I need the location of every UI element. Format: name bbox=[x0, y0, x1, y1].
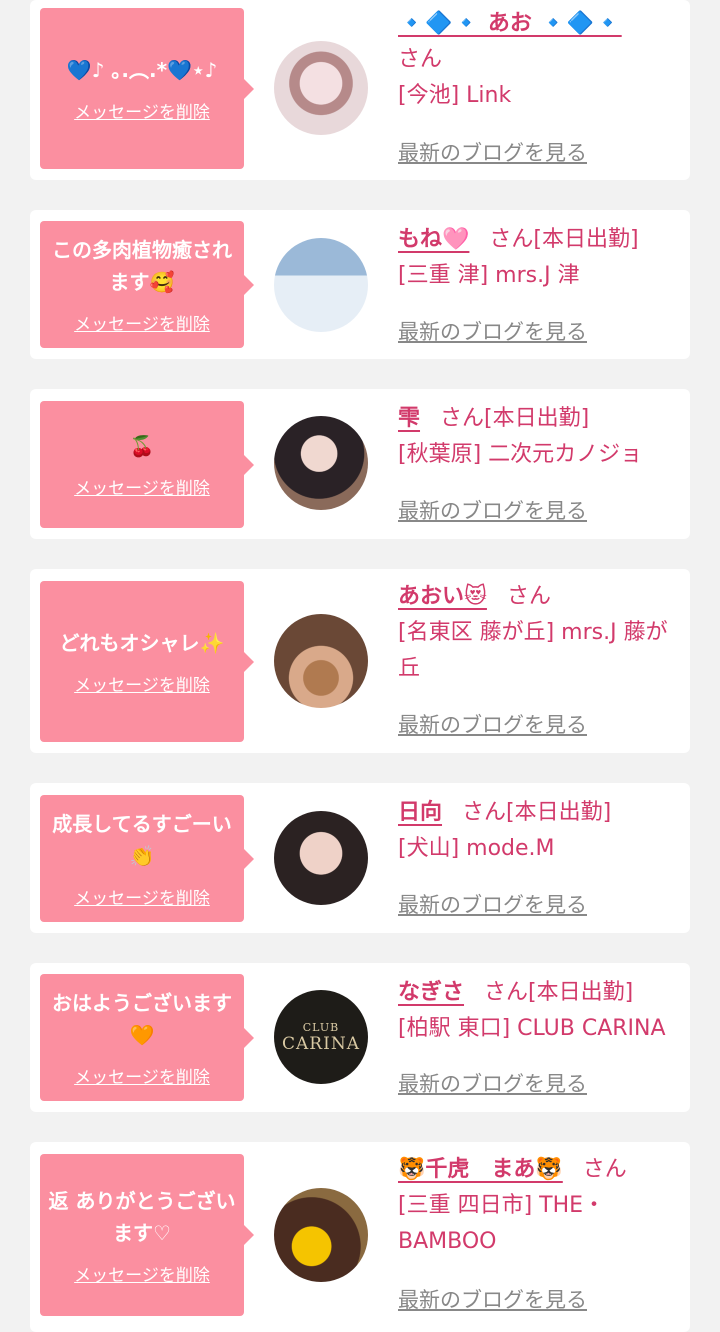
message-bubble: 🍒 メッセージを削除 bbox=[40, 401, 254, 528]
cast-info: なぎさ さん[本日出勤] [柏駅 東口] CLUB CARINA bbox=[398, 975, 688, 1047]
message-bubble: 💙♪ ｡.︵.*💙⋆♪ メッセージを削除 bbox=[40, 8, 254, 169]
message-bubble: 返 ありがとうございます♡ メッセージを削除 bbox=[40, 1154, 254, 1316]
cast-info: もね🩷 さん[本日出勤] [三重 津] mrs.J 津 bbox=[398, 222, 688, 294]
delete-message-link[interactable]: メッセージを削除 bbox=[74, 98, 210, 123]
message-text: どれもオシャレ✨ bbox=[59, 631, 225, 655]
message-text: 返 ありがとうございます♡ bbox=[48, 1188, 236, 1245]
avatar[interactable] bbox=[274, 238, 368, 332]
message-text: 成長してるすごーい👏 bbox=[52, 812, 232, 868]
cast-suffix: さん[本日出勤] bbox=[489, 227, 639, 252]
cast-info: 🔹🔷🔹 あお 🔹🔷🔹 さん [今池] Link bbox=[398, 6, 688, 114]
message-text: 🍒 bbox=[129, 434, 155, 458]
latest-blog-link[interactable]: 最新のブログを見る bbox=[398, 137, 587, 167]
message-bubble: 成長してるすごーい👏 メッセージを削除 bbox=[40, 795, 254, 922]
delete-message-link[interactable]: メッセージを削除 bbox=[74, 310, 210, 335]
cast-name-link[interactable]: 🐯千虎 まあ🐯 bbox=[398, 1157, 563, 1182]
latest-blog-link[interactable]: 最新のブログを見る bbox=[398, 1284, 587, 1314]
latest-blog-link[interactable]: 最新のブログを見る bbox=[398, 495, 587, 525]
cast-suffix: さん bbox=[582, 1157, 627, 1182]
avatar[interactable] bbox=[274, 811, 368, 905]
avatar[interactable] bbox=[274, 1188, 368, 1282]
cast-name-link[interactable]: 日向 bbox=[398, 800, 442, 825]
message-bubble: この多肉植物癒されます🥰 メッセージを削除 bbox=[40, 221, 254, 348]
delete-message-link[interactable]: メッセージを削除 bbox=[74, 671, 210, 696]
avatar-logo-text: CARINA bbox=[282, 1033, 360, 1054]
cast-name-link[interactable]: あおい😻 bbox=[398, 584, 487, 609]
cast-name-link[interactable]: 🔹🔷🔹 あお 🔹🔷🔹 bbox=[398, 11, 622, 36]
cast-suffix: さん bbox=[506, 584, 551, 609]
latest-blog-link[interactable]: 最新のブログを見る bbox=[398, 316, 587, 346]
cast-suffix: さん[本日出勤] bbox=[462, 800, 612, 825]
latest-blog-link[interactable]: 最新のブログを見る bbox=[398, 709, 587, 739]
shop-name: [犬山] mode.M bbox=[398, 836, 555, 861]
cast-suffix: さん bbox=[398, 47, 443, 72]
cast-info: 🐯千虎 まあ🐯 さん [三重 四日市] THE・BAMBOO bbox=[398, 1152, 688, 1260]
message-card: おはようございます🧡 メッセージを削除 CLUB CARINA なぎさ さん[本日… bbox=[30, 963, 690, 1112]
shop-name: [柏駅 東口] CLUB CARINA bbox=[398, 1016, 666, 1041]
message-card: どれもオシャレ✨ メッセージを削除 あおい😻 さん [名東区 藤が丘] mrs.J… bbox=[30, 569, 690, 753]
delete-message-link[interactable]: メッセージを削除 bbox=[74, 884, 210, 909]
shop-name: [三重 四日市] THE・BAMBOO bbox=[398, 1193, 606, 1254]
avatar[interactable] bbox=[274, 614, 368, 708]
avatar-logo-text: CLUB bbox=[302, 1020, 340, 1034]
delete-message-link[interactable]: メッセージを削除 bbox=[74, 474, 210, 499]
delete-message-link[interactable]: メッセージを削除 bbox=[74, 1261, 210, 1286]
shop-name: [三重 津] mrs.J 津 bbox=[398, 263, 580, 288]
message-bubble: どれもオシャレ✨ メッセージを削除 bbox=[40, 581, 254, 742]
avatar[interactable]: CLUB CARINA bbox=[274, 990, 368, 1084]
cast-suffix: さん[本日出勤] bbox=[440, 406, 590, 431]
cast-name-link[interactable]: もね🩷 bbox=[398, 227, 469, 252]
cast-suffix: さん[本日出勤] bbox=[484, 980, 634, 1005]
cast-info: 日向 さん[本日出勤] [犬山] mode.M bbox=[398, 795, 688, 867]
delete-message-link[interactable]: メッセージを削除 bbox=[74, 1063, 210, 1088]
cast-name-link[interactable]: なぎさ bbox=[398, 980, 464, 1005]
message-card: 💙♪ ｡.︵.*💙⋆♪ メッセージを削除 🔹🔷🔹 あお 🔹🔷🔹 さん [今池] … bbox=[30, 0, 690, 180]
message-text: 💙♪ ｡.︵.*💙⋆♪ bbox=[66, 58, 218, 82]
shop-name: [秋葉原] 二次元カノジョ bbox=[398, 442, 643, 467]
message-card: この多肉植物癒されます🥰 メッセージを削除 もね🩷 さん[本日出勤] [三重 津]… bbox=[30, 210, 690, 359]
shop-name: [名東区 藤が丘] mrs.J 藤が丘 bbox=[398, 620, 668, 681]
message-card: 成長してるすごーい👏 メッセージを削除 日向 さん[本日出勤] [犬山] mode… bbox=[30, 783, 690, 933]
message-bubble: おはようございます🧡 メッセージを削除 bbox=[40, 974, 254, 1101]
latest-blog-link[interactable]: 最新のブログを見る bbox=[398, 889, 587, 919]
avatar[interactable] bbox=[274, 41, 368, 135]
avatar[interactable] bbox=[274, 416, 368, 510]
cast-info: 雫さん[本日出勤] [秋葉原] 二次元カノジョ bbox=[398, 401, 688, 473]
message-card: 🍒 メッセージを削除 雫さん[本日出勤] [秋葉原] 二次元カノジョ 最新のブロ… bbox=[30, 389, 690, 539]
shop-name: [今池] Link bbox=[398, 83, 512, 108]
message-text: この多肉植物癒されます🥰 bbox=[52, 238, 232, 294]
latest-blog-link[interactable]: 最新のブログを見る bbox=[398, 1068, 587, 1098]
cast-name-link[interactable]: 雫 bbox=[398, 406, 420, 431]
message-text: おはようございます🧡 bbox=[52, 991, 232, 1047]
message-card: 返 ありがとうございます♡ メッセージを削除 🐯千虎 まあ🐯 さん [三重 四日市… bbox=[30, 1142, 690, 1332]
cast-info: あおい😻 さん [名東区 藤が丘] mrs.J 藤が丘 bbox=[398, 579, 688, 687]
